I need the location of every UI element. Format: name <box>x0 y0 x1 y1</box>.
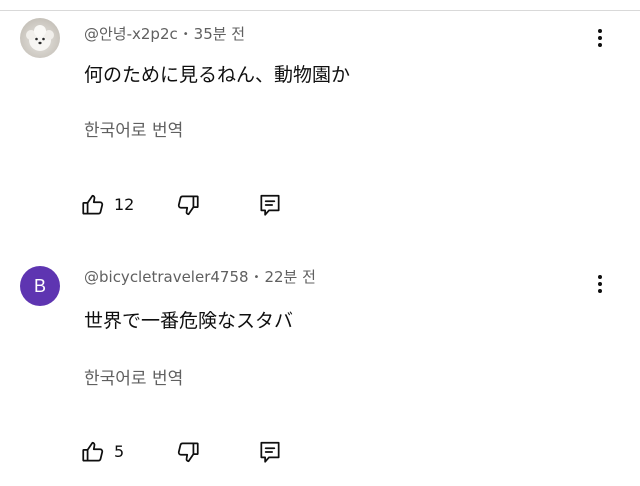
meta-separator: • <box>253 272 260 283</box>
comment-item: @안녕-x2p2c • 35분 전 何のために見るねん、動物園か 한국어로 번역 1… <box>0 12 640 242</box>
dog-avatar-image <box>26 25 54 51</box>
comment-author[interactable]: @bicycletraveler4758 <box>84 268 249 286</box>
comment-time[interactable]: 35분 전 <box>194 25 245 43</box>
avatar[interactable] <box>20 18 60 58</box>
avatar[interactable]: B <box>20 266 60 306</box>
top-divider <box>0 10 640 11</box>
like-count: 5 <box>114 442 125 461</box>
thumb-down-icon[interactable] <box>175 192 201 218</box>
comment-author[interactable]: @안녕-x2p2c <box>84 25 178 43</box>
more-vert-icon[interactable] <box>588 26 612 50</box>
thumb-up-icon[interactable] <box>80 439 106 465</box>
comment-time[interactable]: 22분 전 <box>264 268 315 286</box>
translate-link[interactable]: 한국어로 번역 <box>84 116 183 141</box>
thumb-down-icon[interactable] <box>175 439 201 465</box>
comment-meta: @안녕-x2p2c • 35분 전 <box>84 24 245 44</box>
comment-text: 何のために見るねん、動物園か <box>84 64 351 86</box>
comment-meta: @bicycletraveler4758 • 22분 전 <box>84 267 316 287</box>
like-count: 12 <box>114 195 135 214</box>
more-vert-icon[interactable] <box>588 272 612 296</box>
avatar-letter: B <box>33 276 46 296</box>
comment-item: B @bicycletraveler4758 • 22분 전 世界で一番危険なスタバ… <box>0 256 640 486</box>
reply-icon[interactable] <box>257 439 283 465</box>
reply-icon[interactable] <box>257 192 283 218</box>
meta-separator: • <box>182 29 189 40</box>
comment-text: 世界で一番危険なスタバ <box>84 310 294 332</box>
thumb-up-icon[interactable] <box>80 192 106 218</box>
translate-link[interactable]: 한국어로 번역 <box>84 364 183 389</box>
